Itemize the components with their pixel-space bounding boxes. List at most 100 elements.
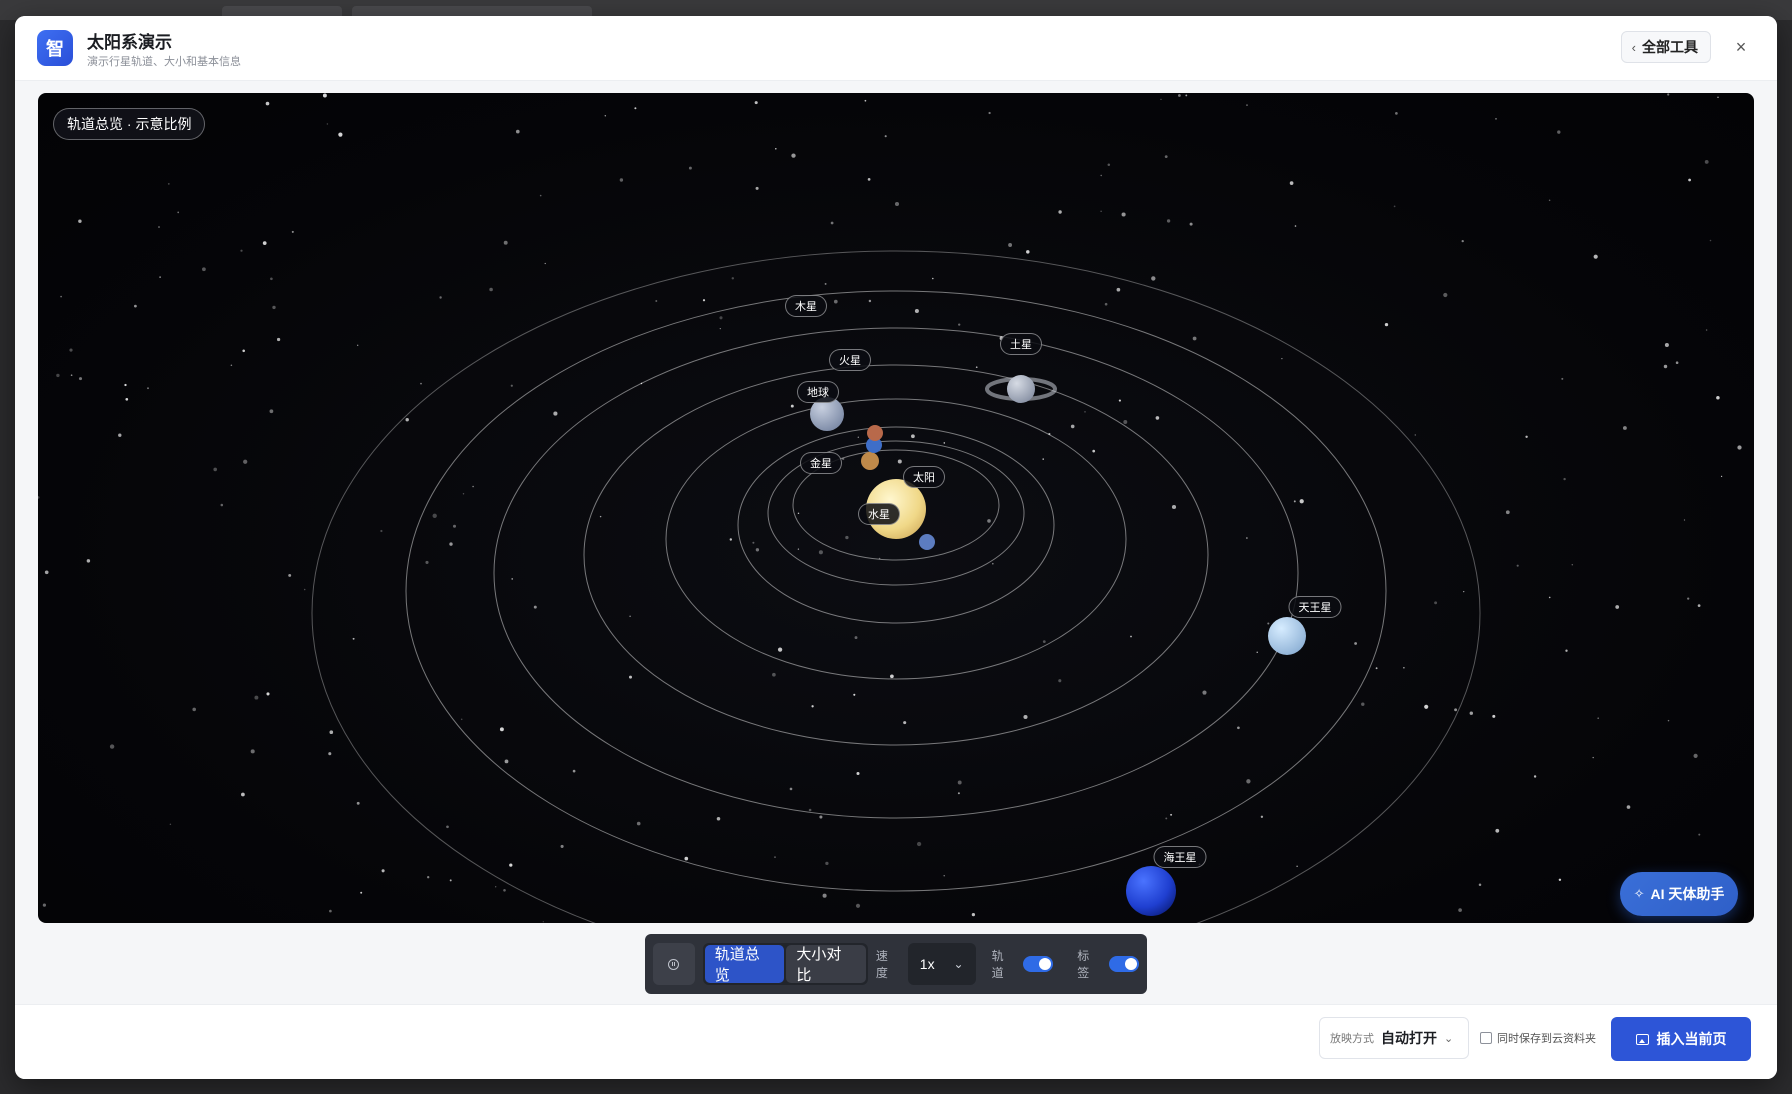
play-mode-label: 放映方式 [1330,1033,1374,1045]
star [775,148,777,150]
star [1505,510,1510,515]
star [1548,199,1551,202]
star [777,647,783,652]
star [1289,181,1294,185]
star [1424,704,1429,709]
insert-current-page-button[interactable]: 插入当前页 [1611,1017,1751,1061]
star [1008,243,1013,247]
star [752,541,755,544]
star [560,844,564,848]
ai-assistant-button[interactable]: ✧ AI 天体助手 [1620,872,1738,916]
star [636,821,641,826]
star [729,538,732,541]
star [830,221,834,225]
save-to-cloud-option[interactable]: 同时保存到云资料夹 [1480,1030,1596,1046]
star [1592,756,1594,759]
star [266,692,270,696]
uranus-planet[interactable] [1268,617,1306,655]
speed-value: 1x [919,956,935,972]
star [867,178,871,181]
star [250,749,255,754]
star [916,841,922,847]
star [1615,605,1620,609]
star [1084,411,1086,413]
star [360,891,363,894]
star [420,382,422,385]
star [1478,883,1482,886]
dialog-header: 智 太阳系演示 演示行星轨道、大小和基本信息 ‹ 全部工具 × [15,16,1777,81]
star [338,132,343,137]
mars-planet[interactable] [867,425,883,441]
star [808,808,812,812]
save-to-cloud-label: 同时保存到云资料夹 [1497,1033,1596,1045]
star [684,856,689,861]
star [56,373,60,378]
star [1597,717,1600,720]
play-mode-select[interactable]: 放映方式 自动打开 ⌄ [1319,1017,1469,1059]
star [572,769,576,773]
star [719,328,721,330]
orbit-toggle-label: 轨道 [991,949,1004,980]
star [462,493,465,495]
star [509,863,513,867]
star [1042,458,1044,460]
star [1375,667,1378,670]
solar-system-canvas[interactable]: 轨道总览 · 示意比例 木星 火星 地球 土星 金星 太阳 水星 天王星 海王星… [38,93,1754,923]
star [890,674,894,679]
star [1565,649,1568,652]
pause-button[interactable] [653,943,695,985]
star [894,201,900,207]
star [70,374,73,377]
star [220,503,224,507]
neptune-planet[interactable] [1126,866,1176,916]
star [853,693,856,696]
star [352,637,355,640]
star [1683,519,1686,521]
tab-orbit-overview[interactable]: 轨道总览 [704,945,785,984]
star [449,542,453,546]
star [856,771,860,776]
star [511,578,514,580]
close-icon[interactable]: × [1729,35,1753,59]
star [1458,908,1462,912]
tab-size-compare[interactable]: 大小对比 [786,945,866,984]
mercury-planet[interactable] [919,534,935,550]
all-tools-button[interactable]: ‹ 全部工具 [1620,31,1711,63]
saturn-planet[interactable] [1007,375,1035,403]
star [1155,416,1160,420]
star [1667,93,1670,96]
speed-select[interactable]: 1x ⌄ [907,943,976,985]
star [629,615,631,618]
star [857,436,859,438]
venus-planet[interactable] [861,452,879,470]
star [427,876,430,879]
star [38,496,40,499]
save-to-cloud-checkbox[interactable] [1480,1032,1492,1044]
star [147,387,149,390]
star [439,296,442,299]
star [755,548,760,552]
label-mercury: 水星 [858,503,900,525]
star [819,815,823,819]
star [833,299,838,304]
star [1092,449,1096,453]
star [432,513,437,518]
star [1026,250,1030,254]
star [755,186,759,190]
star [1697,604,1701,607]
star [634,107,637,110]
star [1403,667,1405,669]
labels-toggle[interactable] [1109,956,1140,972]
star [1414,434,1417,436]
star [1675,361,1679,365]
star [797,512,800,515]
star [1626,805,1631,809]
star [957,780,962,785]
orbit-toggle[interactable] [1023,956,1054,972]
star [60,295,62,298]
star [542,921,544,923]
label-uranus: 天王星 [1288,596,1342,618]
insert-button-label: 插入当前页 [1656,1031,1727,1047]
star [1361,702,1365,706]
star [1246,537,1248,539]
